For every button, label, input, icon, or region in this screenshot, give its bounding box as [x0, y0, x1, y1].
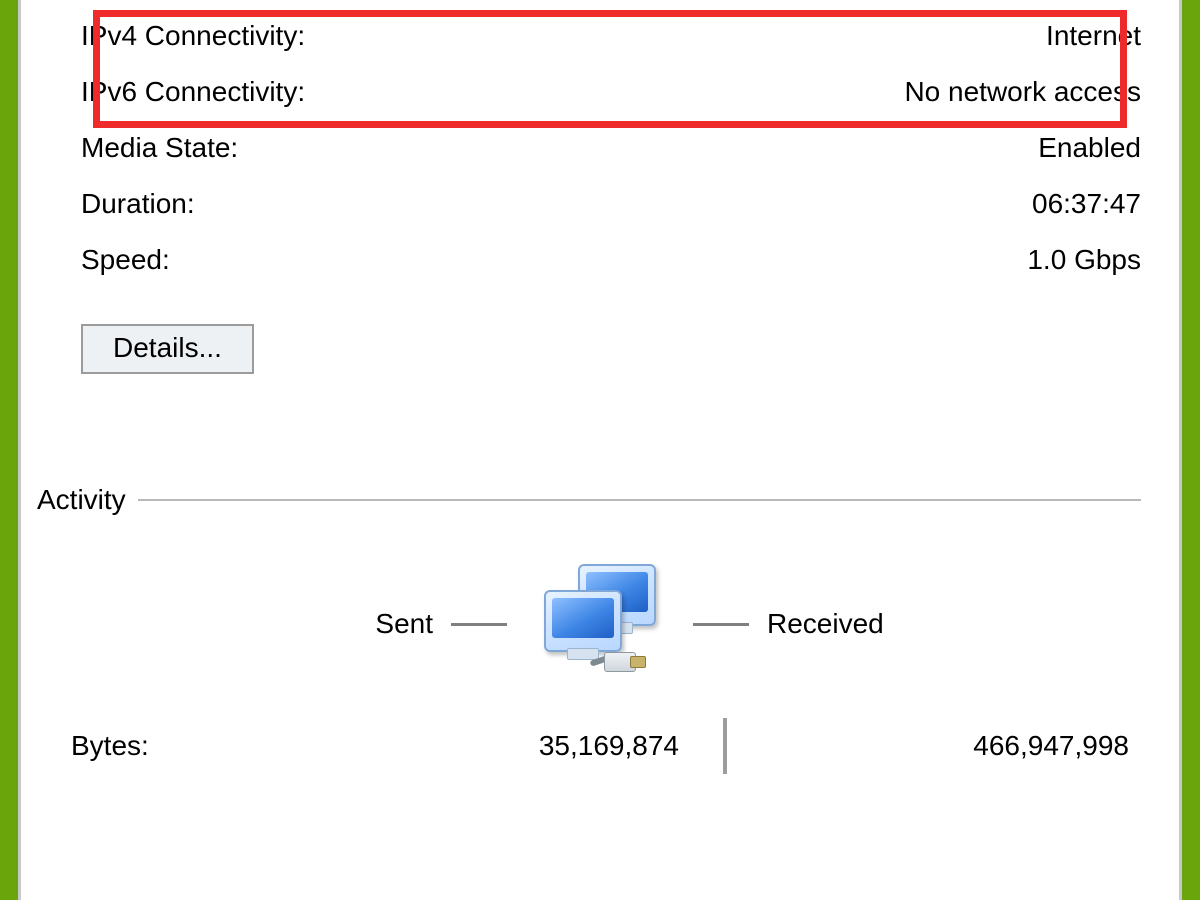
value-ipv6-connectivity: No network access: [904, 76, 1141, 108]
bytes-label: Bytes:: [59, 730, 301, 762]
activity-section: Activity Sent Received: [59, 484, 1141, 774]
details-button[interactable]: Details...: [81, 324, 254, 374]
value-ipv4-connectivity: Internet: [1046, 20, 1141, 52]
activity-bytes-row: Bytes: 35,169,874 466,947,998: [59, 718, 1141, 774]
label-speed: Speed:: [81, 244, 170, 276]
bytes-received-value: 466,947,998: [751, 730, 1141, 762]
label-ipv4-connectivity: IPv4 Connectivity:: [81, 20, 305, 52]
row-media-state: Media State: Enabled: [59, 120, 1141, 176]
row-ipv4-connectivity: IPv4 Connectivity: Internet: [59, 8, 1141, 64]
row-duration: Duration: 06:37:47: [59, 176, 1141, 232]
value-media-state: Enabled: [1038, 132, 1141, 164]
activity-vertical-separator: [723, 718, 727, 774]
network-computers-icon: [525, 564, 675, 684]
connection-status-list: IPv4 Connectivity: Internet IPv6 Connect…: [59, 0, 1141, 288]
network-status-panel: IPv4 Connectivity: Internet IPv6 Connect…: [18, 0, 1182, 900]
label-duration: Duration:: [81, 188, 195, 220]
row-ipv6-connectivity: IPv6 Connectivity: No network access: [59, 64, 1141, 120]
bytes-sent-value: 35,169,874: [301, 730, 719, 762]
activity-direction-row: Sent Received: [59, 564, 1141, 684]
divider: [138, 499, 1141, 501]
activity-dash-left: [451, 623, 507, 626]
received-label: Received: [767, 608, 977, 640]
sent-label: Sent: [223, 608, 433, 640]
activity-dash-right: [693, 623, 749, 626]
activity-title: Activity: [37, 484, 126, 516]
value-duration: 06:37:47: [1032, 188, 1141, 220]
label-ipv6-connectivity: IPv6 Connectivity:: [81, 76, 305, 108]
row-speed: Speed: 1.0 Gbps: [59, 232, 1141, 288]
label-media-state: Media State:: [81, 132, 238, 164]
value-speed: 1.0 Gbps: [1027, 244, 1141, 276]
